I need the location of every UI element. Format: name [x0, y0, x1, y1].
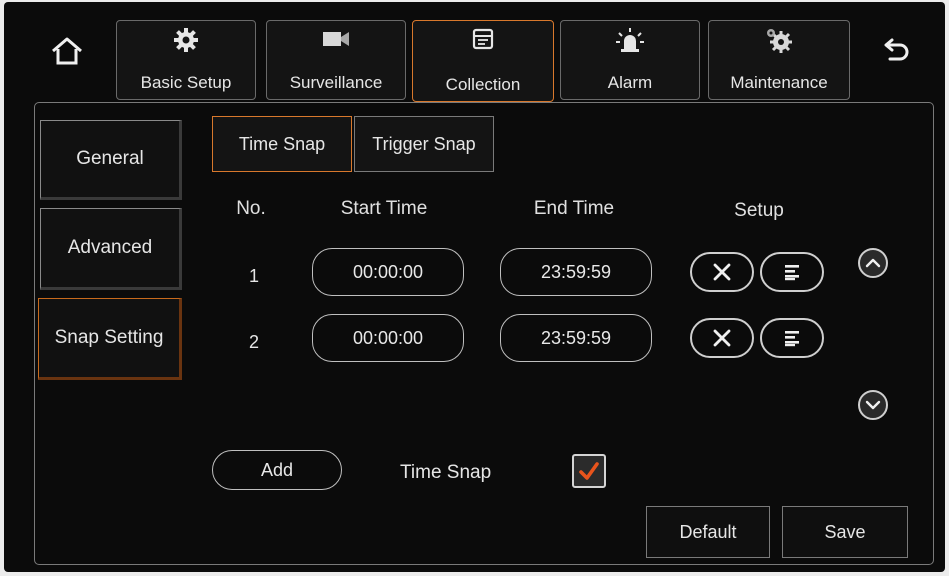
- edit-row-button[interactable]: [760, 252, 824, 292]
- sidebar-item-label: Advanced: [67, 237, 153, 258]
- add-button[interactable]: Add: [212, 450, 342, 490]
- close-icon: [713, 329, 731, 347]
- gear-icon: [173, 27, 199, 58]
- video-camera-icon: [321, 27, 351, 56]
- tab-collection[interactable]: Collection: [412, 20, 554, 102]
- delete-row-button[interactable]: [690, 252, 754, 292]
- start-time-input[interactable]: 00:00:00: [312, 314, 464, 362]
- back-arrow-icon: [884, 38, 909, 61]
- tab-maintenance[interactable]: Maintenance: [708, 20, 850, 100]
- tab-label: Surveillance: [289, 73, 383, 92]
- list-details-icon: [785, 265, 799, 281]
- back-button[interactable]: [872, 24, 922, 74]
- collection-icon: [471, 27, 495, 56]
- start-time-input[interactable]: 00:00:00: [312, 248, 464, 296]
- column-header-setup: Setup: [734, 200, 784, 221]
- sidebar-item-snap-setting[interactable]: Snap Setting: [38, 298, 182, 380]
- time-snap-checkbox[interactable]: [572, 454, 606, 488]
- add-button-label: Add: [260, 459, 294, 480]
- delete-row-button[interactable]: [690, 318, 754, 358]
- close-icon: [713, 263, 731, 281]
- alarm-light-icon: [615, 27, 645, 58]
- list-details-icon: [785, 331, 799, 347]
- subtab-label: Trigger Snap: [372, 133, 476, 154]
- edit-row-button[interactable]: [760, 318, 824, 358]
- tab-label: Collection: [445, 75, 521, 94]
- subtab-time-snap[interactable]: Time Snap: [212, 116, 352, 172]
- scroll-down-button[interactable]: [858, 390, 888, 420]
- home-button[interactable]: [42, 26, 92, 76]
- home-icon: [52, 37, 82, 65]
- default-button-label: Default: [679, 521, 737, 542]
- default-button[interactable]: Default: [646, 506, 770, 558]
- column-header-end-time: End Time: [533, 198, 615, 219]
- dvr-screen: Basic Setup Surveillance Collection Alar…: [4, 2, 945, 572]
- end-time-value: 23:59:59: [540, 261, 612, 282]
- chevron-down-icon: [865, 400, 881, 410]
- save-button-label: Save: [824, 521, 866, 542]
- maintenance-gears-icon: [764, 27, 794, 58]
- chevron-up-icon: [865, 258, 881, 268]
- sidebar-item-general[interactable]: General: [40, 120, 182, 200]
- end-time-value: 23:59:59: [540, 327, 612, 348]
- tab-basic-setup[interactable]: Basic Setup: [116, 20, 256, 100]
- subtab-label: Time Snap: [238, 133, 326, 154]
- time-snap-label: Time Snap: [400, 462, 492, 483]
- save-button[interactable]: Save: [782, 506, 908, 558]
- tab-label: Maintenance: [730, 73, 828, 92]
- end-time-input[interactable]: 23:59:59: [500, 248, 652, 296]
- subtab-trigger-snap[interactable]: Trigger Snap: [354, 116, 494, 172]
- column-header-start-time: Start Time: [340, 198, 428, 219]
- scroll-up-button[interactable]: [858, 248, 888, 278]
- sidebar-item-label: Snap Setting: [54, 327, 164, 348]
- row-number: 2: [248, 332, 259, 352]
- tab-label: Alarm: [607, 73, 653, 92]
- row-number: 1: [248, 266, 259, 286]
- start-time-value: 00:00:00: [352, 327, 424, 348]
- end-time-input[interactable]: 23:59:59: [500, 314, 652, 362]
- checkmark-icon: [579, 462, 599, 480]
- tab-alarm[interactable]: Alarm: [560, 20, 700, 100]
- sidebar-item-label: General: [76, 148, 144, 169]
- column-header-no: No.: [236, 198, 266, 219]
- tab-surveillance[interactable]: Surveillance: [266, 20, 406, 100]
- tab-label: Basic Setup: [140, 73, 232, 92]
- sidebar-item-advanced[interactable]: Advanced: [40, 208, 182, 290]
- start-time-value: 00:00:00: [352, 261, 424, 282]
